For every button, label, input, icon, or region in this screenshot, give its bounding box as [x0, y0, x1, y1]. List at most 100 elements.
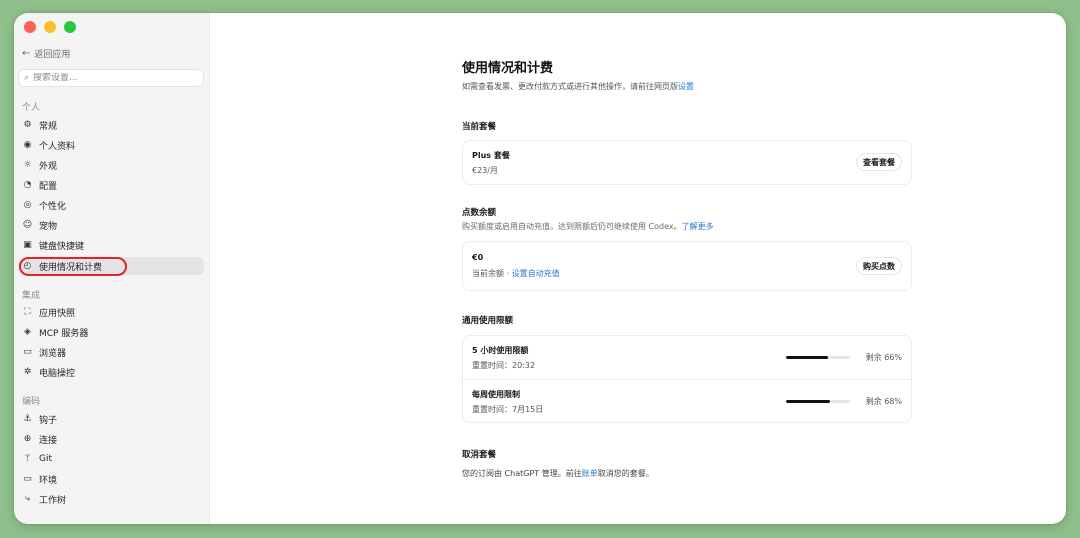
- window-controls: [24, 21, 76, 33]
- limit-progress-bar: [786, 356, 850, 359]
- sidebar-item-git[interactable]: ᛘ Git: [18, 450, 204, 468]
- credits-description: 购买额度或启用自动充值。达到限额后仍可继续使用 Codex。了解更多: [462, 221, 714, 232]
- hook-icon: ⚓: [23, 414, 32, 424]
- pet-icon: ☺: [22, 220, 33, 230]
- keyboard-icon: ▣: [23, 240, 32, 250]
- plan-row: Plus 套餐 €23/月 查看套餐: [463, 141, 911, 184]
- limit-reset-time: 重置时间：20:32: [472, 361, 536, 370]
- globe-icon: ⊕: [23, 434, 32, 444]
- section-label-integrations: 集成: [22, 291, 41, 301]
- sidebar-item-label: 键盘快捷键: [39, 241, 85, 252]
- maximize-window-button[interactable]: [64, 21, 76, 33]
- sidebar-item-label: 个性化: [39, 201, 67, 212]
- close-window-button[interactable]: [24, 21, 36, 33]
- sidebar-item-label: MCP 服务器: [39, 328, 89, 339]
- view-plans-button[interactable]: 查看套餐: [856, 153, 902, 171]
- sidebar-item-hooks[interactable]: ⚓ 钩子: [18, 410, 204, 428]
- current-plan-card: Plus 套餐 €23/月 查看套餐: [462, 140, 912, 185]
- minimize-window-button[interactable]: [44, 21, 56, 33]
- mcp-icon: ◈: [24, 327, 31, 337]
- gear-icon: ⚙: [23, 120, 32, 130]
- page-title: 使用情况和计费: [462, 61, 554, 76]
- page-subtitle-text: 如需查看发票、更改付款方式或进行其他操作，请前往网页版: [462, 82, 678, 91]
- sidebar-item-label: 常规: [39, 121, 58, 132]
- credits-title: 点数余额: [462, 208, 497, 218]
- sidebar-item-personalize[interactable]: ◎ 个性化: [18, 196, 204, 214]
- search-input[interactable]: [33, 73, 194, 83]
- credits-row: €0 当前余额 · 设置自动充值 购买点数: [463, 242, 911, 290]
- sidebar-item-browser[interactable]: ▭ 浏览器: [18, 343, 204, 361]
- current-balance-text: 当前余额 ·: [472, 269, 512, 278]
- sidebar-item-worktree[interactable]: ⤷ 工作树: [18, 490, 204, 508]
- limit-progress-fill: [786, 400, 830, 403]
- sidebar-item-label: 个人资料: [39, 141, 76, 152]
- sidebar-item-computer-control[interactable]: ✲ 电脑操控: [18, 363, 204, 381]
- section-label-personal: 个人: [22, 103, 41, 113]
- back-label: 返回应用: [34, 50, 71, 60]
- cancel-plan-description: 您的订阅由 ChatGPT 管理。前往账单取消您的套餐。: [462, 468, 654, 479]
- sidebar-item-label: 环境: [39, 475, 58, 486]
- sidebar-item-label: 外观: [39, 161, 58, 172]
- sidebar-item-label: 电脑操控: [39, 368, 76, 379]
- limit-title: 5 小时使用限额: [472, 346, 529, 355]
- sidebar-item-app-snapshot[interactable]: ⛶ 应用快照: [18, 303, 204, 321]
- billing-link[interactable]: 账单: [582, 469, 598, 478]
- cancel-plan-title: 取消套餐: [462, 450, 497, 460]
- sidebar-item-label: 连接: [39, 435, 58, 446]
- sidebar-item-label: 浏览器: [39, 348, 67, 359]
- environment-icon: ▭: [23, 474, 32, 484]
- limit-remaining: 剩余 66%: [865, 353, 902, 362]
- sidebar: ← 返回应用 ⌕ 个人 ⚙ 常规 ◉ 个人资料 ☼ 外观 ◔ 配置 ◎ 个性化: [14, 13, 210, 524]
- sidebar-item-label: 宠物: [39, 221, 58, 232]
- usage-limits-title: 通用使用限额: [462, 316, 514, 326]
- sidebar-item-label: 应用快照: [39, 308, 76, 319]
- sidebar-item-config[interactable]: ◔ 配置: [18, 176, 204, 194]
- sidebar-item-pet[interactable]: ☺ 宠物: [18, 216, 204, 234]
- worktree-icon: ⤷: [24, 494, 31, 504]
- sun-icon: ☼: [23, 160, 32, 170]
- sidebar-item-connections[interactable]: ⊕ 连接: [18, 430, 204, 448]
- auto-recharge-link[interactable]: 设置自动充值: [512, 269, 560, 278]
- credits-amount: €0: [472, 253, 484, 262]
- sidebar-item-profile[interactable]: ◉ 个人资料: [18, 136, 204, 154]
- sidebar-item-environment[interactable]: ▭ 环境: [18, 470, 204, 488]
- buy-credits-button[interactable]: 购买点数: [856, 257, 902, 275]
- personalize-icon: ◎: [23, 200, 32, 210]
- cancel-description-prefix: 您的订阅由 ChatGPT 管理。前往: [462, 469, 582, 478]
- sidebar-item-label: 使用情况和计费: [39, 262, 103, 273]
- section-label-coding: 编码: [22, 397, 41, 407]
- sidebar-item-general[interactable]: ⚙ 常规: [18, 116, 204, 134]
- sidebar-item-appearance[interactable]: ☼ 外观: [18, 156, 204, 174]
- usage-icon: ◴: [23, 261, 32, 271]
- main-panel: 使用情况和计费 如需查看发票、更改付款方式或进行其他操作，请前往网页版设置 当前…: [210, 13, 1066, 524]
- arrow-left-icon: ←: [22, 48, 31, 59]
- sidebar-item-usage-billing[interactable]: ◴ 使用情况和计费: [18, 257, 204, 275]
- sidebar-item-label: 工作树: [39, 495, 67, 506]
- limit-progress-fill: [786, 356, 829, 359]
- config-icon: ◔: [23, 180, 32, 190]
- limit-row-weekly: 每周使用限制 重置时间：7月15日 剩余 68%: [463, 379, 911, 422]
- sidebar-item-label: 钩子: [39, 415, 58, 426]
- current-balance: 当前余额 · 设置自动充值: [472, 268, 560, 279]
- sidebar-item-label: Git: [39, 454, 53, 464]
- limit-remaining: 剩余 68%: [865, 397, 902, 406]
- limit-reset-time: 重置时间：7月15日: [472, 405, 544, 414]
- sidebar-item-mcp-servers[interactable]: ◈ MCP 服务器: [18, 323, 204, 341]
- search-box[interactable]: ⌕: [18, 69, 204, 87]
- learn-more-link[interactable]: 了解更多: [682, 222, 714, 231]
- search-icon: ⌕: [24, 73, 30, 83]
- plan-price: €23/月: [472, 166, 498, 175]
- sidebar-item-keyboard-shortcuts[interactable]: ▣ 键盘快捷键: [18, 236, 204, 254]
- sidebar-item-label: 配置: [39, 181, 58, 192]
- limit-progress-bar: [786, 400, 850, 403]
- cancel-description-suffix: 取消您的套餐。: [597, 469, 654, 478]
- limit-row-5h: 5 小时使用限额 重置时间：20:32 剩余 66%: [463, 336, 911, 379]
- browser-icon: ▭: [23, 347, 32, 357]
- web-settings-link[interactable]: 设置: [678, 82, 694, 91]
- current-plan-title: 当前套餐: [462, 122, 497, 132]
- credits-card: €0 当前余额 · 设置自动充值 购买点数: [462, 241, 912, 291]
- snapshot-icon: ⛶: [24, 307, 31, 317]
- plan-name: Plus 套餐: [472, 151, 510, 160]
- back-to-app-link[interactable]: ← 返回应用: [22, 47, 70, 60]
- page-subtitle: 如需查看发票、更改付款方式或进行其他操作，请前往网页版设置: [462, 81, 694, 92]
